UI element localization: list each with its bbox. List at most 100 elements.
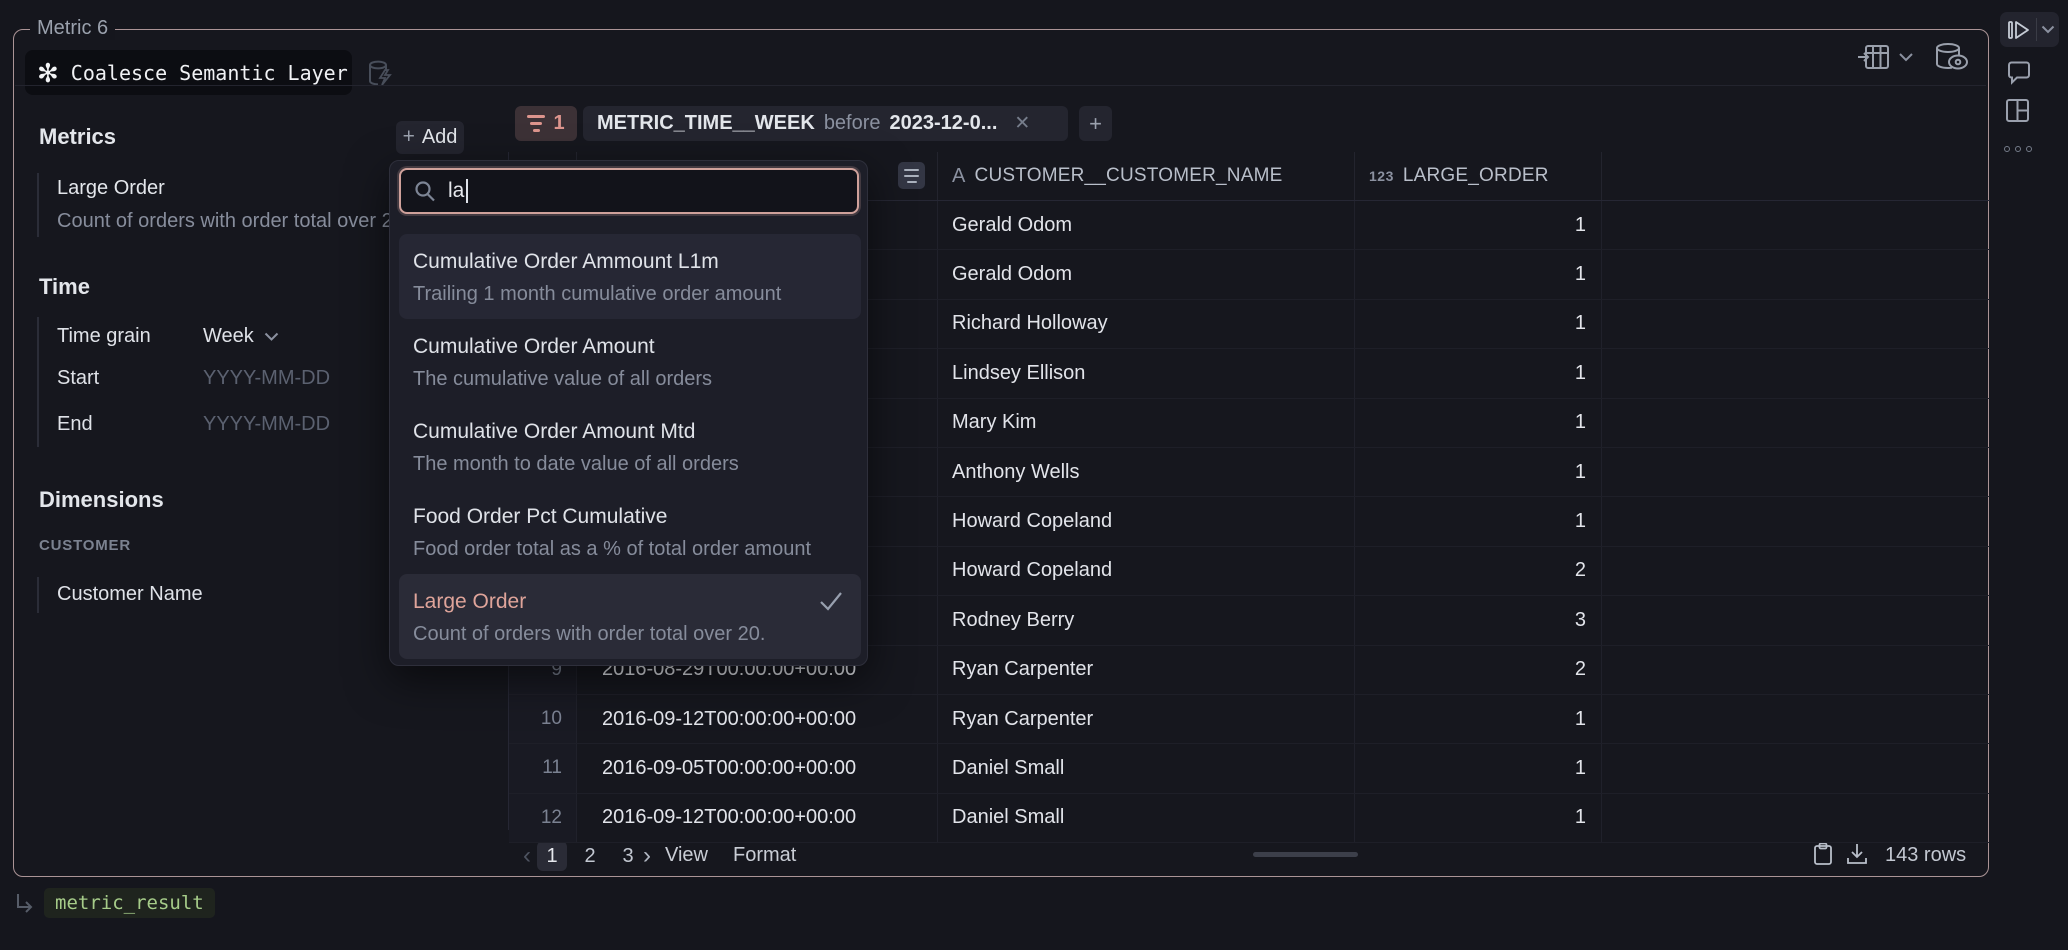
empty-cell xyxy=(1601,349,1990,397)
run-options-chevron-icon[interactable] xyxy=(2041,25,2055,34)
customer-name-cell: Anthony Wells xyxy=(937,448,1354,496)
option-description: Food order total as a % of total order a… xyxy=(413,538,861,561)
customer-name-cell: Howard Copeland xyxy=(937,497,1354,545)
chevron-down-icon[interactable] xyxy=(1898,52,1914,62)
empty-cell xyxy=(1601,250,1990,298)
option-description: Trailing 1 month cumulative order amount xyxy=(413,283,861,306)
metric-search-dropdown: la Cumulative Order Ammount L1mTrailing … xyxy=(389,160,868,666)
customer-name-cell: Daniel Small xyxy=(937,794,1354,842)
horizontal-scrollbar-thumb[interactable] xyxy=(1253,852,1358,857)
result-variable-chip[interactable]: metric_result xyxy=(44,888,215,918)
empty-column-header xyxy=(1601,152,1990,200)
app-chip[interactable]: ✻ Coalesce Semantic Layer xyxy=(25,50,352,95)
option-title: Large Order xyxy=(413,590,861,614)
insert-to-table-icon[interactable] xyxy=(1856,44,1890,70)
end-label: End xyxy=(57,413,93,436)
customer-name-cell: Mary Kim xyxy=(937,399,1354,447)
large-order-cell: 1 xyxy=(1354,349,1601,397)
time-heading: Time xyxy=(39,274,90,300)
option-description: Count of orders with order total over 20… xyxy=(413,623,861,646)
text-caret xyxy=(466,179,468,203)
customer-name-cell: Gerald Odom xyxy=(937,201,1354,249)
download-icon[interactable] xyxy=(1845,842,1869,866)
customer-name-cell: Richard Holloway xyxy=(937,300,1354,348)
empty-cell xyxy=(1601,547,1990,595)
page-buttons: 123 xyxy=(537,840,643,872)
time-grain-label: Time grain xyxy=(57,325,151,348)
start-date-input[interactable]: YYYY-MM-DD xyxy=(203,367,330,390)
empty-cell xyxy=(1601,744,1990,792)
customer-name-cell: Ryan Carpenter xyxy=(937,646,1354,694)
metric-option[interactable]: Cumulative Order Amount MtdThe month to … xyxy=(399,404,861,489)
row-count-label: 143 rows xyxy=(1885,844,1966,867)
customer-name-cell: Gerald Odom xyxy=(937,250,1354,298)
row-number: 10 xyxy=(509,695,576,743)
time-group-rule xyxy=(37,317,39,447)
large-order-cell: 2 xyxy=(1354,547,1601,595)
large-order-cell: 1 xyxy=(1354,399,1601,447)
cell-title: Metric 6 xyxy=(30,17,115,40)
page-button-2[interactable]: 2 xyxy=(575,841,605,871)
metric-cell-canvas: Metric 6 ✻ Coalesce Semantic Layer xyxy=(0,0,2068,950)
empty-cell xyxy=(1601,497,1990,545)
metric-option[interactable]: Food Order Pct CumulativeFood order tota… xyxy=(399,489,861,574)
format-button[interactable]: Format xyxy=(733,844,796,867)
end-date-input[interactable]: YYYY-MM-DD xyxy=(203,413,330,436)
next-page-button[interactable]: › xyxy=(634,841,660,871)
metric-description: Count of orders with order total over 20… xyxy=(57,210,409,233)
check-icon xyxy=(819,591,843,611)
empty-cell xyxy=(1601,695,1990,743)
more-options-icon[interactable] xyxy=(2004,146,2032,152)
add-metric-button[interactable]: + Add xyxy=(396,121,464,154)
run-cell-group[interactable] xyxy=(2000,12,2059,47)
metric-search-input[interactable]: la xyxy=(399,168,859,214)
metric-option[interactable]: Cumulative Order Ammount L1mTrailing 1 m… xyxy=(399,234,861,319)
plus-icon: + xyxy=(403,126,415,147)
large-order-cell: 1 xyxy=(1354,497,1601,545)
large-order-cell: 1 xyxy=(1354,300,1601,348)
large-order-cell: 1 xyxy=(1354,794,1601,842)
remove-filter-icon[interactable]: ✕ xyxy=(1014,112,1030,135)
copy-table-icon[interactable] xyxy=(1812,842,1834,866)
customer-name-cell: Rodney Berry xyxy=(937,596,1354,644)
empty-cell xyxy=(1601,399,1990,447)
metric-option[interactable]: Large Order Count of orders with order to… xyxy=(399,574,861,659)
column-menu-button[interactable] xyxy=(898,162,925,189)
customer-name-cell: Ryan Carpenter xyxy=(937,695,1354,743)
view-source-data-icon[interactable] xyxy=(1933,42,1969,72)
dimension-name[interactable]: Customer Name xyxy=(57,583,203,606)
metrics-heading: Metrics xyxy=(39,124,116,150)
customer-name-column-header[interactable]: A CUSTOMER__CUSTOMER_NAME xyxy=(937,152,1354,200)
search-icon xyxy=(413,179,437,203)
coalesce-logo-icon: ✻ xyxy=(37,60,59,86)
metric-time-cell: 2016-09-05T00:00:00+00:00 xyxy=(576,744,937,792)
large-order-cell: 1 xyxy=(1354,201,1601,249)
metric-name[interactable]: Large Order xyxy=(57,177,165,200)
return-arrow-icon xyxy=(14,892,36,916)
option-title: Cumulative Order Amount xyxy=(413,335,861,359)
customer-name-cell: Lindsey Ellison xyxy=(937,349,1354,397)
filter-pill[interactable]: METRIC_TIME__WEEK before 2023-12-0... ✕ xyxy=(583,106,1068,141)
view-button[interactable]: View xyxy=(665,844,708,867)
empty-cell xyxy=(1601,794,1990,842)
table-row: 112016-09-05T00:00:00+00:00Daniel Small1 xyxy=(509,744,1990,793)
metric-options-list: Cumulative Order Ammount L1mTrailing 1 m… xyxy=(399,234,861,659)
filter-lines-icon xyxy=(527,115,545,132)
filter-count-chip[interactable]: 1 xyxy=(515,106,577,141)
number-type-icon: 123 xyxy=(1369,168,1394,184)
divider xyxy=(2036,18,2037,41)
large-order-column-header[interactable]: 123 LARGE_ORDER xyxy=(1354,152,1601,200)
time-grain-select[interactable]: Week xyxy=(203,325,279,348)
page-button-1[interactable]: 1 xyxy=(537,841,567,871)
filter-value: 2023-12-0... xyxy=(890,112,998,135)
large-order-cell: 1 xyxy=(1354,250,1601,298)
large-order-cell: 1 xyxy=(1354,695,1601,743)
dimension-item-rule xyxy=(37,577,39,613)
comment-icon[interactable] xyxy=(2006,61,2032,85)
row-number: 11 xyxy=(509,744,576,792)
add-filter-button[interactable]: + xyxy=(1079,106,1112,141)
metric-time-cell: 2016-09-12T00:00:00+00:00 xyxy=(576,695,937,743)
metric-option[interactable]: Cumulative Order AmountThe cumulative va… xyxy=(399,319,861,404)
start-label: Start xyxy=(57,367,99,390)
layout-panes-icon[interactable] xyxy=(2005,98,2030,123)
